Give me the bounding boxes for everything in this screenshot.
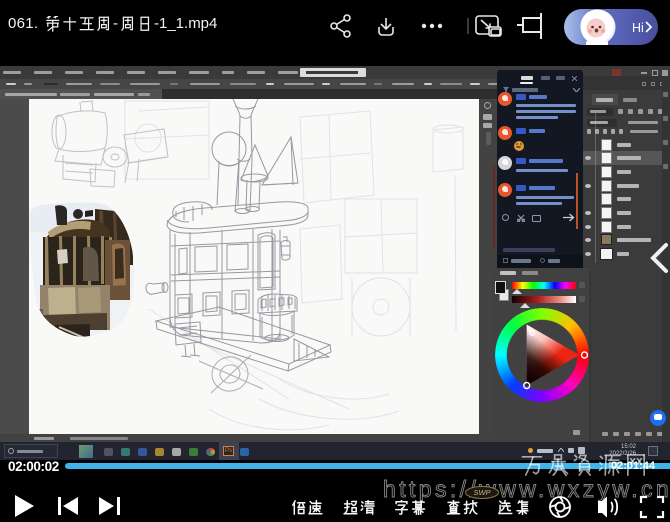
- svg-text:Hi: Hi: [632, 21, 644, 35]
